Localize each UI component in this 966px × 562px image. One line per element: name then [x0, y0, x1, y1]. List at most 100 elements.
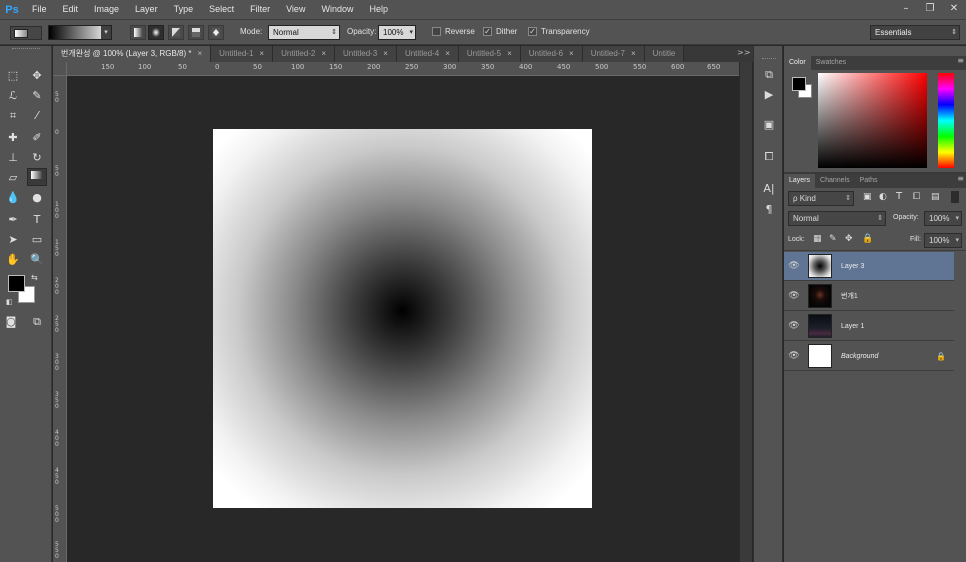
angle-gradient-button[interactable]	[168, 25, 184, 40]
tab-swatches[interactable]: Swatches	[811, 56, 851, 70]
tab-untitled-3[interactable]: Untitled-3 ×	[335, 46, 397, 62]
filter-adjustment-icon[interactable]: ◐	[879, 192, 887, 202]
screen-mode-icon[interactable]: ⧉	[27, 313, 47, 331]
menu-layer[interactable]: Layer	[127, 0, 166, 19]
transparency-checkbox[interactable]: ✓	[528, 27, 537, 36]
menu-select[interactable]: Select	[201, 0, 242, 19]
marquee-tool-icon[interactable]: ⬚	[3, 67, 23, 85]
gradient-tool-icon[interactable]	[27, 168, 47, 186]
clone-stamp-tool-icon[interactable]: ⊥	[3, 149, 23, 167]
vertical-ruler[interactable]: 5 0 0 5 0 1 0 0 1 5 0 2 0 0 2 5 0 3 0 0 …	[53, 76, 67, 562]
pen-tool-icon[interactable]: ✒	[3, 211, 23, 229]
blur-tool-icon[interactable]: 💧	[3, 189, 23, 207]
close-icon[interactable]: ×	[198, 49, 203, 58]
filter-toggle[interactable]	[951, 191, 959, 203]
quick-mask-icon[interactable]: ◙	[1, 313, 21, 331]
tool-preset-picker[interactable]	[10, 26, 42, 40]
panel-grip[interactable]	[12, 48, 40, 52]
close-icon[interactable]: ×	[445, 49, 450, 58]
menu-edit[interactable]: Edit	[55, 0, 87, 19]
visibility-eye-icon[interactable]: 👁	[784, 291, 804, 301]
rectangle-tool-icon[interactable]: ▭	[27, 231, 47, 249]
filter-pixel-icon[interactable]: ▣	[863, 192, 872, 202]
menu-window[interactable]: Window	[313, 0, 361, 19]
mode-select[interactable]: Normal ⇕	[268, 25, 340, 40]
linear-gradient-button[interactable]	[130, 25, 146, 40]
actions-panel-icon[interactable]: ▶	[759, 86, 779, 104]
tab-paths[interactable]: Paths	[855, 174, 883, 188]
layer-row-lightning-1[interactable]: 👁 번개1	[784, 282, 954, 311]
close-icon[interactable]: ×	[631, 49, 636, 58]
close-button[interactable]: ✕	[943, 2, 965, 17]
radial-gradient-button[interactable]	[148, 25, 164, 40]
minimize-button[interactable]: –	[895, 2, 917, 17]
menu-type[interactable]: Type	[166, 0, 202, 19]
reverse-checkbox[interactable]	[432, 27, 441, 36]
dither-checkbox[interactable]: ✓	[483, 27, 492, 36]
tab-untitled-2[interactable]: Untitled-2 ×	[273, 46, 336, 62]
lock-all-icon[interactable]: 🔒	[862, 234, 873, 244]
document-canvas[interactable]	[213, 129, 592, 508]
tab-document-active[interactable]: 번개완성 @ 100% (Layer 3, RGB/8) * ×	[53, 46, 212, 62]
close-icon[interactable]: ×	[507, 49, 512, 58]
hand-tool-icon[interactable]: ✋	[3, 251, 23, 269]
opacity-input[interactable]: 100% ▾	[378, 25, 416, 40]
menu-view[interactable]: View	[278, 0, 313, 19]
zoom-tool-icon[interactable]: 🔍	[27, 251, 47, 269]
crop-tool-icon[interactable]: ⌗	[3, 107, 23, 125]
vertical-scrollbar[interactable]	[739, 62, 752, 562]
workspace-switcher[interactable]: Essentials ⇕	[870, 25, 960, 40]
healing-brush-tool-icon[interactable]: ✚	[3, 129, 23, 147]
chevron-down-icon[interactable]: ▾	[955, 234, 959, 247]
visibility-eye-icon[interactable]: 👁	[784, 351, 804, 361]
filter-type-icon[interactable]: T	[896, 191, 902, 202]
panel-menu-icon[interactable]: ≡	[957, 56, 964, 65]
visibility-eye-icon[interactable]: 👁	[784, 321, 804, 331]
panel-grip[interactable]	[762, 58, 776, 59]
chevron-down-icon[interactable]: ▾	[955, 212, 959, 225]
quick-select-tool-icon[interactable]: ✎	[27, 87, 47, 105]
color-panel-fg-swatch[interactable]	[792, 77, 806, 91]
lock-position-icon[interactable]: ✥	[845, 234, 853, 244]
menu-image[interactable]: Image	[86, 0, 127, 19]
menu-filter[interactable]: Filter	[242, 0, 278, 19]
paragraph-panel-icon[interactable]: ¶	[759, 201, 779, 219]
horizontal-ruler[interactable]: 150 100 50 0 50 100 150 200 250 300 350 …	[67, 62, 739, 76]
diamond-gradient-button[interactable]	[208, 25, 224, 40]
lock-image-icon[interactable]: ✎	[829, 234, 837, 244]
path-selection-tool-icon[interactable]: ➤	[3, 231, 23, 249]
close-icon[interactable]: ×	[569, 49, 574, 58]
adjustments-panel-icon[interactable]: ▣	[759, 116, 779, 134]
eyedropper-tool-icon[interactable]: ⁄	[27, 107, 47, 125]
gradient-picker[interactable]: ▾	[48, 25, 112, 40]
tab-untitled-7[interactable]: Untitled-7 ×	[582, 46, 645, 62]
tab-layers[interactable]: Layers	[784, 174, 816, 188]
fill-input[interactable]: 100% ▾	[924, 233, 962, 248]
close-icon[interactable]: ×	[259, 49, 264, 58]
layer-row-layer-1[interactable]: 👁 Layer 1	[784, 312, 954, 341]
history-brush-tool-icon[interactable]: ↻	[27, 149, 47, 167]
character-panel-icon[interactable]: A|	[759, 180, 779, 198]
chevron-down-icon[interactable]: ▾	[409, 26, 413, 39]
filter-smart-object-icon[interactable]: ▤	[931, 192, 940, 202]
close-icon[interactable]: ×	[321, 49, 326, 58]
restore-button[interactable]: ❐	[919, 2, 941, 17]
tab-untitled-1[interactable]: Untitled-1 ×	[211, 46, 274, 62]
color-field[interactable]	[818, 73, 927, 168]
filter-shape-icon[interactable]: ⧠	[913, 192, 920, 202]
default-colors-icon[interactable]: ◧	[6, 298, 13, 306]
brush-presets-panel-icon[interactable]: ⧠	[759, 148, 779, 166]
tab-overflow-button[interactable]: >>	[737, 48, 750, 57]
ruler-origin[interactable]	[53, 62, 67, 76]
swap-colors-icon[interactable]: ⇆	[31, 273, 38, 282]
blend-mode-select[interactable]: Normal ⇕	[788, 211, 886, 226]
dodge-tool-icon[interactable]: ●	[27, 189, 47, 207]
layer-filter-select[interactable]: ρ Kind ⇕	[788, 191, 854, 206]
tab-untitled-5[interactable]: Untitled-5 ×	[458, 46, 521, 62]
history-panel-icon[interactable]: ⧉	[759, 66, 779, 84]
menu-file[interactable]: File	[24, 0, 55, 19]
hue-slider[interactable]	[938, 73, 954, 168]
type-tool-icon[interactable]: T	[27, 211, 47, 229]
visibility-eye-icon[interactable]: 👁	[784, 261, 804, 271]
move-tool-icon[interactable]: ✥	[27, 67, 47, 85]
